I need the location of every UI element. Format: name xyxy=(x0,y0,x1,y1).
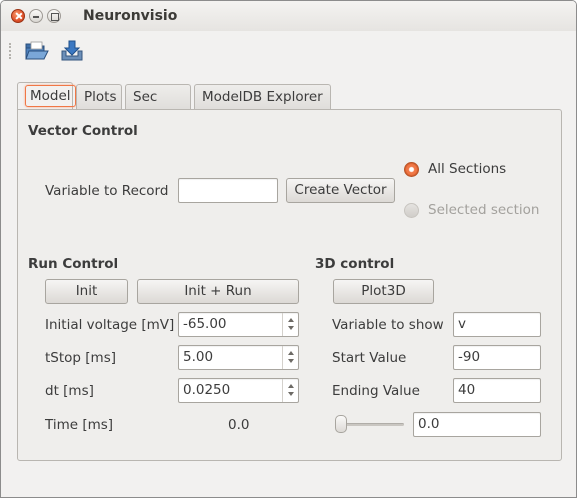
ending-value-input[interactable]: 40 xyxy=(453,378,541,403)
initial-voltage-label: Initial voltage [mV] xyxy=(45,317,175,333)
run-control-header: Run Control xyxy=(28,256,119,272)
variable-to-record-label: Variable to Record xyxy=(45,183,169,199)
window-title: Neuronvisio xyxy=(83,8,178,24)
spin-down-icon[interactable] xyxy=(288,359,294,363)
tab-model-label: Model xyxy=(25,85,76,107)
model-panel: Vector Control Variable to Record Create… xyxy=(17,109,562,461)
minimize-icon[interactable] xyxy=(29,9,43,23)
start-value-input[interactable]: -90 xyxy=(453,345,541,370)
start-value-label: Start Value xyxy=(332,350,407,366)
selected-section-radio[interactable] xyxy=(404,203,419,218)
tab-modeldb-explorer[interactable]: ModelDB Explorer xyxy=(194,84,331,110)
spin-up-icon[interactable] xyxy=(288,318,294,322)
time-label: Time [ms] xyxy=(45,417,114,433)
close-icon[interactable] xyxy=(11,9,25,23)
ending-value-label: Ending Value xyxy=(332,383,420,399)
tstop-spinbox[interactable]: 5.00 xyxy=(178,345,299,370)
init-button[interactable]: Init xyxy=(45,279,128,304)
variable-to-record-input[interactable] xyxy=(178,178,278,203)
spin-down-icon[interactable] xyxy=(288,326,294,330)
spin-up-icon[interactable] xyxy=(288,351,294,355)
init-run-button[interactable]: Init + Run xyxy=(137,279,299,304)
selected-section-label: Selected section xyxy=(428,202,540,218)
dt-value: 0.0250 xyxy=(183,382,231,398)
dt-label: dt [ms] xyxy=(45,383,94,399)
variable-to-show-input[interactable]: v xyxy=(453,312,541,337)
tab-plots[interactable]: Plots xyxy=(76,84,122,110)
spin-arrows[interactable] xyxy=(282,379,298,402)
plot3d-button[interactable]: Plot3D xyxy=(333,279,434,304)
toolbar xyxy=(1,31,576,73)
spin-arrows[interactable] xyxy=(282,313,298,336)
all-sections-label: All Sections xyxy=(428,161,507,177)
dt-spinbox[interactable]: 0.0250 xyxy=(178,378,299,403)
slider-value-input[interactable]: 0.0 xyxy=(413,412,541,437)
tstop-value: 5.00 xyxy=(183,349,214,365)
initial-voltage-spinbox[interactable]: -65.00 xyxy=(178,312,299,337)
3d-control-header: 3D control xyxy=(315,256,395,272)
variable-to-show-label: Variable to show xyxy=(332,317,444,333)
maximize-icon[interactable] xyxy=(47,9,61,23)
create-vector-button[interactable]: Create Vector xyxy=(286,178,395,203)
spin-arrows[interactable] xyxy=(282,346,298,369)
spin-up-icon[interactable] xyxy=(288,384,294,388)
time-value: 0.0 xyxy=(228,417,250,433)
tstop-label: tStop [ms] xyxy=(45,350,116,366)
save-icon[interactable] xyxy=(59,39,85,63)
folder-open-icon[interactable] xyxy=(24,39,50,63)
toolbar-grip[interactable] xyxy=(9,43,12,59)
vector-control-header: Vector Control xyxy=(28,123,138,139)
main-window: Neuronvisio Model Plots Sec Info ModelDB… xyxy=(0,0,577,498)
slider-handle[interactable] xyxy=(335,415,347,433)
tab-model[interactable]: Model xyxy=(17,82,76,111)
tab-sec-info[interactable]: Sec Info xyxy=(125,84,191,129)
initial-voltage-value: -65.00 xyxy=(183,316,227,332)
title-bar: Neuronvisio xyxy=(1,1,576,31)
spin-down-icon[interactable] xyxy=(288,392,294,396)
all-sections-radio[interactable] xyxy=(404,162,419,177)
